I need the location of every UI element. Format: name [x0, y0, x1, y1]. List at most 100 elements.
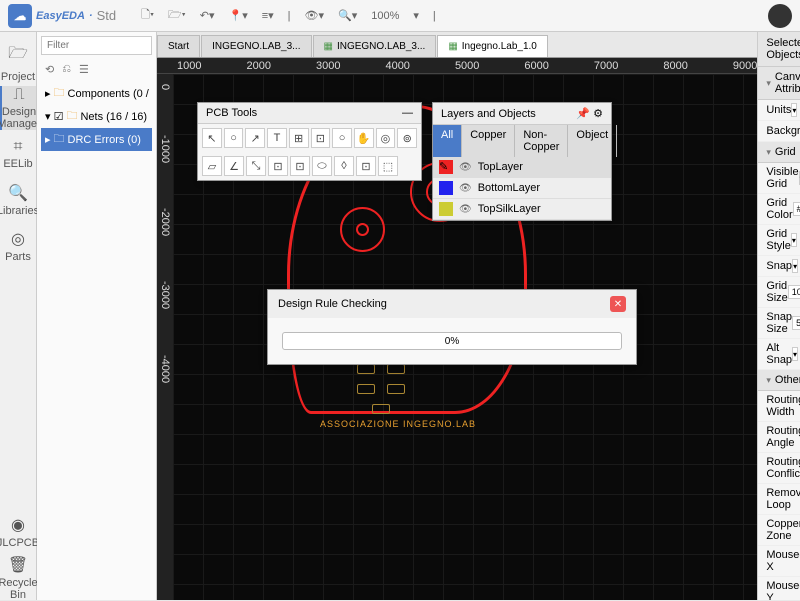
layer-item[interactable]: ✎👁TopLayer [433, 157, 611, 178]
caret-icon[interactable]: ▾ [766, 375, 771, 386]
align-menu[interactable]: ≡▾ [262, 9, 274, 22]
layer-item[interactable]: 👁BottomLayer [433, 178, 611, 199]
leftbar-libraries[interactable]: 🔍Libraries [0, 178, 36, 222]
leftbar-jlcpcb[interactable]: ◉JLCPCB [0, 510, 36, 554]
units-label: Units [766, 104, 791, 116]
zoom-level[interactable]: 100% [371, 10, 399, 22]
snap-select[interactable]: ▾ [792, 259, 798, 273]
pcb-tool[interactable]: ⬭ [312, 156, 332, 176]
filter-input[interactable] [41, 36, 152, 55]
canvas-attr-header: Canvas Attributes [775, 71, 800, 95]
tree-item[interactable]: ▸ 🗀 Components (0 / 0) [41, 82, 152, 105]
pcb-tool[interactable]: ○ [332, 128, 352, 148]
grid-size-value[interactable]: 10( [788, 285, 800, 299]
document-tab[interactable]: ▦Ingegno.Lab_1.0 [437, 35, 548, 57]
pin-menu[interactable]: 📍▾ [229, 9, 248, 22]
units-select[interactable]: ▾ [791, 103, 797, 117]
pcb-tool[interactable]: ◊ [334, 156, 354, 176]
bg-label: Background [766, 125, 800, 137]
document-tabs: StartINGEGNO.LAB_3...▦INGEGNO.LAB_3...▦I… [157, 32, 757, 58]
leftbar-project[interactable]: 🗁Project [0, 40, 36, 84]
grid-color-label: Grid Color [766, 197, 792, 221]
selected-label: Selected Objects [766, 37, 800, 61]
pcb-tool[interactable]: ⊡ [356, 156, 376, 176]
document-tab[interactable]: INGEGNO.LAB_3... [201, 35, 311, 57]
pcb-tool[interactable]: ∠ [224, 156, 244, 176]
view-menu[interactable]: 👁▾ [305, 9, 325, 22]
tree-item[interactable]: ▸ 🗀 DRC Errors (0) [41, 128, 152, 151]
pcb-tool[interactable]: ⊡ [290, 156, 310, 176]
tree-panel: ⟲ ⎌ ☰ ▸ 🗀 Components (0 / 0)▾ ☑ 🗀 Nets (… [37, 32, 157, 600]
snap-label: Snap [766, 260, 792, 272]
pcb-tool[interactable]: ▱ [202, 156, 222, 176]
document-tab[interactable]: ▦INGEGNO.LAB_3... [313, 35, 437, 57]
pcb-tools-title: PCB Tools [206, 107, 257, 119]
user-avatar[interactable] [768, 4, 792, 28]
routing-angle-label: Routing Angle [766, 425, 800, 449]
document-tab[interactable]: Start [157, 35, 200, 57]
tree-tool-3[interactable]: ☰ [79, 63, 89, 76]
alt-snap-label: Alt Snap [766, 342, 792, 366]
drc-title: Design Rule Checking [278, 298, 387, 310]
pcb-tool[interactable]: T [267, 128, 287, 148]
undo-menu[interactable]: ↶▾ [200, 9, 215, 22]
leftbar-parts[interactable]: ◎Parts [0, 224, 36, 268]
grid-style-select[interactable]: ▾ [791, 233, 797, 247]
folder-menu[interactable]: 🗁▾ [168, 6, 186, 25]
pcb-tool[interactable]: ✋ [354, 128, 374, 148]
design-tree: ▸ 🗀 Components (0 / 0)▾ ☑ 🗀 Nets (16 / 1… [37, 80, 156, 153]
leftbar-design-manager[interactable]: ⎍Design Manager [0, 86, 36, 130]
logo-icon: ☁ [8, 4, 32, 28]
layer-tab[interactable]: Object [568, 125, 617, 157]
tree-tool-2[interactable]: ⎌ [62, 63, 71, 76]
left-sidebar: 🗁Project⎍Design Manager⌗EELib🔍Libraries◎… [0, 32, 37, 600]
canvas-center: StartINGEGNO.LAB_3...▦INGEGNO.LAB_3...▦I… [157, 32, 757, 600]
ruler-vertical: 0-1000-2000-3000-4000 [157, 74, 173, 600]
other-header: Other [775, 374, 800, 386]
pcb-tool[interactable]: ↗ [245, 128, 265, 148]
minimize-icon[interactable]: — [402, 107, 413, 119]
snap-size-value[interactable]: 5.0 [792, 316, 800, 330]
grid-color-value[interactable]: #Ff [793, 202, 800, 216]
snap-size-label: Snap Size [766, 311, 792, 335]
pcb-tool[interactable]: ◎ [376, 128, 396, 148]
pin-icon[interactable]: 📌 [576, 108, 590, 120]
pcb-tool[interactable]: ○ [224, 128, 244, 148]
pcb-tool[interactable]: ↖ [202, 128, 222, 148]
remove-loop-label: Remove Loop [766, 487, 800, 511]
layer-tab[interactable]: All [433, 125, 462, 157]
pcb-tool[interactable]: ⊚ [397, 128, 417, 148]
close-icon[interactable]: ✕ [610, 296, 626, 312]
gear-icon[interactable]: ⚙ [593, 108, 603, 120]
drc-dialog[interactable]: Design Rule Checking ✕ 0% [267, 289, 637, 365]
tree-tool-1[interactable]: ⟲ [45, 63, 54, 76]
leftbar-recycle-bin[interactable]: 🗑Recycle Bin [0, 556, 36, 600]
pcb-tool[interactable]: ⊞ [289, 128, 309, 148]
visible-grid-label: Visible Grid [766, 166, 798, 190]
save-menu[interactable]: 🗋▾ [141, 6, 154, 25]
mouse-y-label: Mouse-Y [766, 580, 800, 600]
pcb-tools-panel[interactable]: PCB Tools — ↖○↗T⊞⊡○✋◎⊚ ▱∠⤡⊡⊡⬭◊⊡⬚ [197, 102, 422, 181]
layer-tab[interactable]: Non-Copper [515, 125, 568, 157]
pcb-tool[interactable]: ⤡ [246, 156, 266, 176]
grid-header: Grid [775, 146, 796, 158]
app-logo[interactable]: ☁ EasyEDA · Std [8, 4, 116, 28]
leftbar-eelib[interactable]: ⌗EELib [0, 132, 36, 176]
topbar: ☁ EasyEDA · Std 🗋▾ 🗁▾ ↶▾ 📍▾ ≡▾ | 👁▾ 🔍▾ 1… [0, 0, 800, 32]
layers-title: Layers and Objects [441, 108, 536, 120]
pcb-tool[interactable]: ⬚ [378, 156, 398, 176]
tree-item[interactable]: ▾ ☑ 🗀 Nets (16 / 16) [41, 105, 152, 128]
layer-item[interactable]: 👁TopSilkLayer [433, 199, 611, 220]
zoom-menu[interactable]: 🔍▾ [338, 9, 357, 22]
layers-panel[interactable]: Layers and Objects 📌 ⚙ AllCopperNon-Copp… [432, 102, 612, 221]
caret-icon[interactable]: ▾ [766, 147, 771, 158]
caret-icon[interactable]: ▾ [766, 78, 771, 89]
layer-tab[interactable]: Copper [462, 125, 515, 157]
pcb-tool[interactable]: ⊡ [268, 156, 288, 176]
app-name: EasyEDA [36, 10, 85, 22]
pcb-canvas[interactable]: 0-1000-2000-3000-4000 I.LAB ASSOCIAZIONE… [157, 74, 757, 600]
pcb-tool[interactable]: ⊡ [311, 128, 331, 148]
top-tools: 🗋▾ 🗁▾ ↶▾ 📍▾ ≡▾ | 👁▾ 🔍▾ 100%▾ | [141, 6, 436, 25]
grid-style-label: Grid Style [766, 228, 790, 252]
alt-snap-select[interactable]: ▾ [792, 347, 798, 361]
